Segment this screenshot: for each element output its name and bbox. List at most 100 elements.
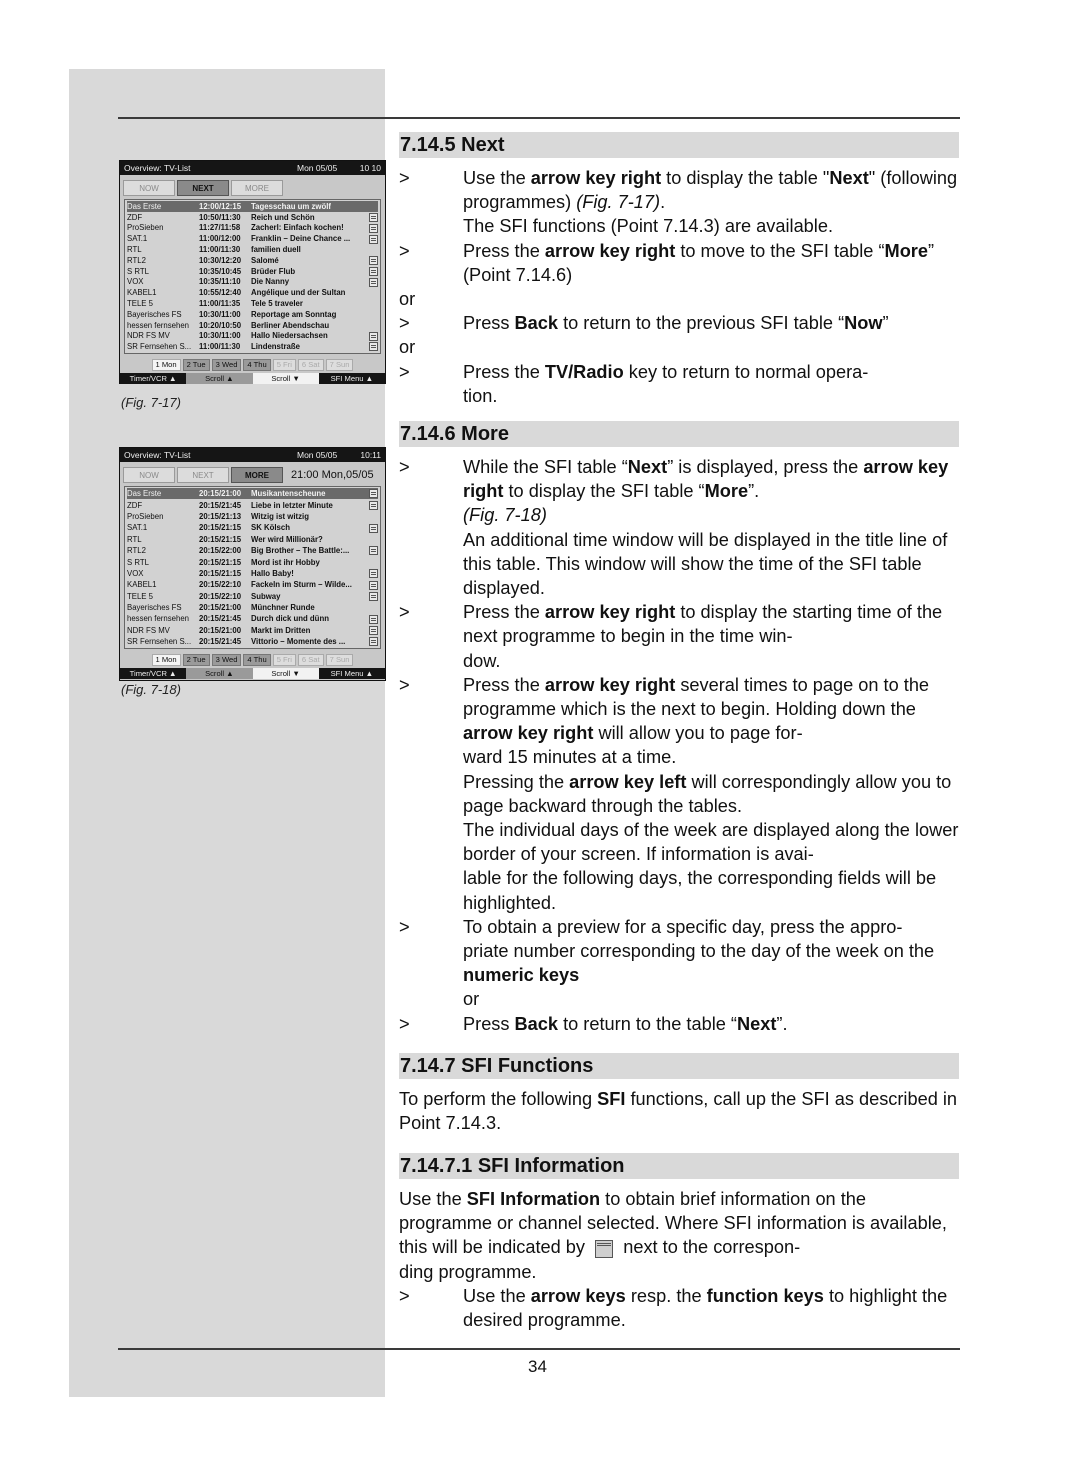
info-icon: [369, 256, 378, 266]
info-slot: [368, 523, 378, 533]
instruction-text: Press the TV/Radio key to return to norm…: [463, 361, 869, 406]
programme-title: Subway: [251, 591, 281, 601]
programme-row[interactable]: SAT.1 20:15/21:15 SK Kölsch: [127, 522, 378, 533]
channel-name: TELE 5: [127, 591, 154, 601]
sfi-menu-key[interactable]: SFI Menu ▲: [318, 373, 385, 385]
info-icon: [369, 223, 378, 233]
day-fri[interactable]: 5 Fri: [272, 654, 296, 667]
day-sun[interactable]: 7 Sun: [325, 654, 354, 667]
timer-vcr-key[interactable]: Timer/VCR ▲: [120, 668, 187, 680]
programme-time: 11:00/11:30: [199, 342, 241, 352]
programme-row[interactable]: TELE 5 20:15/22:10 Subway: [127, 591, 378, 602]
programme-time: 10:30/11:00: [199, 331, 241, 341]
bullet-marker: >: [399, 240, 410, 261]
programme-row[interactable]: RTL 11:00/11:30 familien duell: [127, 244, 378, 255]
programme-title: Wer wird Millionär?: [251, 534, 323, 544]
instruction-item: > Press Back to return to the previous SF…: [399, 311, 959, 335]
programme-row[interactable]: Das Erste 20:15/21:00 Musikantenscheune: [127, 488, 378, 500]
tab-next[interactable]: NEXT: [177, 467, 229, 483]
tab-next[interactable]: NEXT: [177, 180, 229, 196]
sfi-tabs: NOW NEXT MORE 21:00 Mon,05/05: [123, 466, 385, 484]
scroll-up-key[interactable]: Scroll ▲: [186, 668, 253, 680]
programme-row[interactable]: KABEL1 10:55/12:40 Angélique und der Sulta…: [127, 287, 378, 298]
page-number: 34: [528, 1357, 547, 1376]
tab-now[interactable]: NOW: [123, 467, 175, 483]
scroll-down-key[interactable]: Scroll ▼: [252, 373, 319, 385]
section-heading: 7.14.7.1 SFI Information: [399, 1153, 959, 1179]
day-sat[interactable]: 6 Sat: [297, 359, 324, 372]
day-wed[interactable]: 3 Wed: [211, 654, 242, 667]
day-wed[interactable]: 3 Wed: [211, 359, 242, 372]
programme-row[interactable]: ProSieben 20:15/21:13 Witzig ist witzig: [127, 511, 378, 522]
day-fri[interactable]: 5 Fri: [272, 359, 296, 372]
programme-row[interactable]: KABEL1 20:15/22:10 Fackeln im Sturm – Wild…: [127, 579, 378, 590]
instruction-text: Press the arrow key right to move to the…: [463, 240, 935, 285]
sfi-tabs: NOW NEXT MORE: [123, 179, 385, 197]
programme-row[interactable]: TELE 5 11:00/11:35 Tele 5 traveler: [127, 298, 378, 309]
programme-title: Brüder Flub: [251, 266, 296, 276]
screen-title-bar: Overview: TV-List Mon 05/05 10 10: [120, 161, 385, 175]
programme-row[interactable]: Bayerisches FS 10:30/11:00 Reportage am So…: [127, 309, 378, 320]
programme-row[interactable]: hessen fernsehen 20:15/21:45 Durch dick un…: [127, 613, 378, 624]
info-icon: [369, 580, 378, 590]
sfi-menu-key[interactable]: SFI Menu ▲: [318, 668, 385, 680]
programme-time: 10:35/11:10: [199, 277, 241, 287]
day-tue[interactable]: 2 Tue: [182, 654, 210, 667]
info-slot: [368, 546, 378, 556]
programme-row[interactable]: SR Fernsehen S... 11:00/11:30 Lindenstraße: [127, 341, 378, 352]
screen-title-bar: Overview: TV-List Mon 05/05 10:11: [120, 448, 385, 462]
programme-title: Hallo Baby!: [251, 568, 294, 578]
programme-row[interactable]: ZDF 20:15/21:45 Liebe in letzter Minute: [127, 499, 378, 510]
function-key-bar: Timer/VCR ▲ Scroll ▲ Scroll ▼ SFI Menu ▲: [120, 668, 385, 680]
programme-title: Mord ist ihr Hobby: [251, 557, 320, 567]
day-tue[interactable]: 2 Tue: [182, 359, 210, 372]
day-thu[interactable]: 4 Thu: [243, 359, 271, 372]
programme-row[interactable]: RTL 20:15/21:15 Wer wird Millionär?: [127, 534, 378, 545]
bottom-rule: [118, 1348, 960, 1350]
instruction-item: > Press the TV/Radio key to return to nor…: [399, 360, 959, 408]
instruction-item: > To obtain a preview for a specific day,…: [399, 915, 959, 1012]
day-mon[interactable]: 1 Mon: [151, 654, 181, 667]
programme-row[interactable]: Bayerisches FS 20:15/21:00 Münchner Runde: [127, 602, 378, 613]
day-sat[interactable]: 6 Sat: [297, 654, 324, 667]
programme-row[interactable]: SR Fernsehen S... 20:15/21:45 Vittorio – M…: [127, 636, 378, 647]
programme-row[interactable]: ProSieben 11:27/11:58 Zacherl: Einfach koc…: [127, 223, 378, 234]
programme-row[interactable]: VOX 10:35/11:10 Die Nanny: [127, 277, 378, 288]
programme-row[interactable]: hessen fernsehen 10:20/10:50 Berliner Aben…: [127, 320, 378, 331]
info-slot: [368, 637, 378, 647]
programme-title: SK Kölsch: [251, 523, 290, 533]
programme-row[interactable]: NDR FS MV 10:30/11:00 Hallo Niedersachsen: [127, 331, 378, 342]
instruction-text: While the SFI table “Next” is displayed,…: [463, 457, 949, 599]
instruction-item: > Use the arrow keys resp. the function k…: [399, 1284, 959, 1332]
programme-time: 20:15/21:15: [199, 568, 242, 578]
programme-row[interactable]: VOX 20:15/21:15 Hallo Baby!: [127, 568, 378, 579]
day-thu[interactable]: 4 Thu: [243, 654, 271, 667]
section-7-14-7-1: 7.14.7.1 SFI Information Use the SFI Info…: [399, 1153, 959, 1332]
day-mon[interactable]: 1 Mon: [151, 359, 181, 372]
programme-time: 20:15/21:00: [199, 625, 242, 635]
instruction-text: Use the arrow keys resp. the function ke…: [463, 1285, 948, 1331]
tab-more[interactable]: MORE: [231, 467, 283, 483]
channel-name: SAT.1: [127, 523, 148, 533]
programme-row[interactable]: Das Erste 12:00/12:15 Tagesschau um zwölf: [127, 201, 378, 212]
day-sun[interactable]: 7 Sun: [325, 359, 354, 372]
programme-row[interactable]: RTL2 10:30/12:20 Salomé: [127, 255, 378, 266]
programme-row[interactable]: RTL2 20:15/22:00 Big Brother – The Battle:…: [127, 545, 378, 556]
info-icon: [369, 523, 378, 533]
programme-time: 20:15/22:10: [199, 580, 242, 590]
instruction-item: > Press Back to return to the table “Next…: [399, 1012, 959, 1036]
channel-name: RTL: [127, 245, 142, 255]
programme-title: Hallo Niedersachsen: [251, 331, 328, 341]
programme-row[interactable]: S RTL 10:35/10:45 Brüder Flub: [127, 266, 378, 277]
programme-row[interactable]: SAT.1 11:00/12:00 Franklin – Deine Chance …: [127, 233, 378, 244]
programme-row[interactable]: NDR FS MV 20:15/21:00 Markt im Dritten: [127, 625, 378, 636]
bullet-marker: >: [399, 168, 410, 188]
programme-row[interactable]: S RTL 20:15/21:15 Mord ist ihr Hobby: [127, 556, 378, 567]
timer-vcr-key[interactable]: Timer/VCR ▲: [120, 373, 187, 385]
section-body: > Use the arrow key right to display the …: [399, 166, 959, 408]
scroll-down-key[interactable]: Scroll ▼: [252, 668, 319, 680]
programme-row[interactable]: ZDF 10:50/11:30 Reich und Schön: [127, 212, 378, 223]
tab-more[interactable]: MORE: [231, 180, 283, 196]
scroll-up-key[interactable]: Scroll ▲: [186, 373, 253, 385]
tab-now[interactable]: NOW: [123, 180, 175, 196]
